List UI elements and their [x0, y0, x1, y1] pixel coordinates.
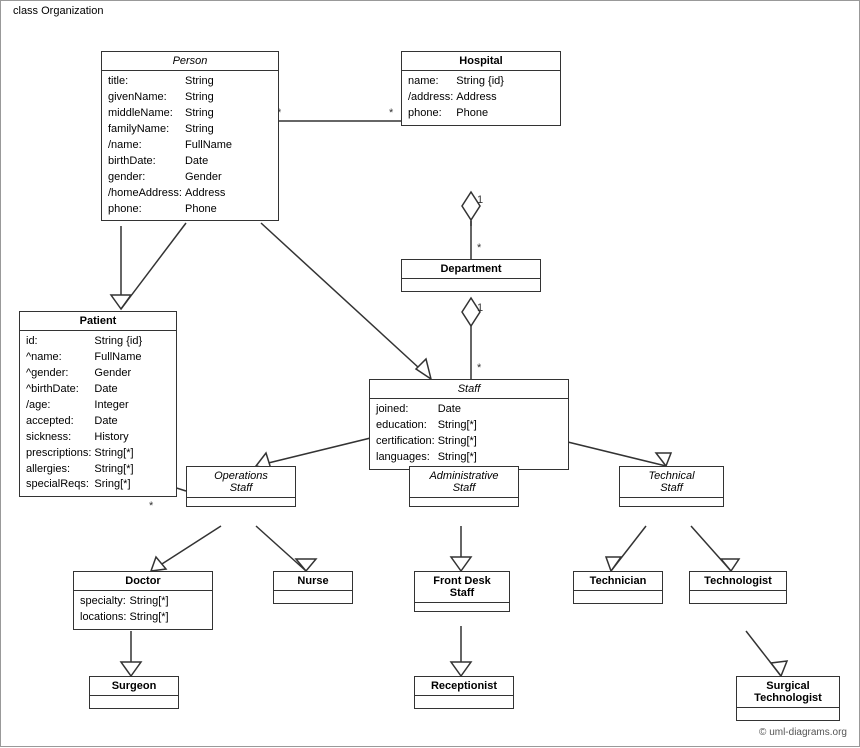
technologist-class: Technologist — [689, 571, 787, 604]
staff-header: Staff — [370, 380, 568, 399]
department-class: Department — [401, 259, 541, 292]
surgeon-header: Surgeon — [90, 677, 178, 696]
hospital-class: Hospital name:String {id} /address:Addre… — [401, 51, 561, 126]
technician-header: Technician — [574, 572, 662, 591]
person-header: Person — [102, 52, 278, 71]
technician-attrs — [574, 591, 662, 603]
receptionist-class: Receptionist — [414, 676, 514, 709]
patient-header: Patient — [20, 312, 176, 331]
diagram-title: class Organization — [9, 5, 108, 17]
person-attrs: title:String givenName:String middleName… — [102, 71, 278, 220]
svg-text:*: * — [149, 500, 154, 512]
person-class: Person title:String givenName:String mid… — [101, 51, 279, 221]
front-desk-staff-class: Front DeskStaff — [414, 571, 510, 612]
technologist-header: Technologist — [690, 572, 786, 591]
surgical-technologist-header: SurgicalTechnologist — [737, 677, 839, 708]
receptionist-header: Receptionist — [415, 677, 513, 696]
department-header: Department — [402, 260, 540, 279]
doctor-header: Doctor — [74, 572, 212, 591]
technical-staff-header: TechnicalStaff — [620, 467, 723, 498]
hospital-attrs: name:String {id} /address:Address phone:… — [402, 71, 560, 125]
patient-class: Patient id:String {id} ^name:FullName ^g… — [19, 311, 177, 497]
nurse-class: Nurse — [273, 571, 353, 604]
surgeon-attrs — [90, 696, 178, 708]
svg-text:1: 1 — [477, 302, 483, 314]
staff-class: Staff joined:Date education:String[*] ce… — [369, 379, 569, 470]
operations-staff-header: OperationsStaff — [187, 467, 295, 498]
surgical-technologist-attrs — [737, 708, 839, 720]
doctor-attrs: specialty:String[*] locations:String[*] — [74, 591, 212, 629]
nurse-attrs — [274, 591, 352, 603]
surgical-technologist-class: SurgicalTechnologist — [736, 676, 840, 721]
front-desk-staff-header: Front DeskStaff — [415, 572, 509, 603]
nurse-header: Nurse — [274, 572, 352, 591]
svg-text:*: * — [477, 362, 482, 374]
hospital-header: Hospital — [402, 52, 560, 71]
uml-diagram: class Organization * * 1 * 1 * — [0, 0, 860, 747]
administrative-staff-class: AdministrativeStaff — [409, 466, 519, 507]
svg-text:*: * — [477, 242, 482, 254]
administrative-staff-attrs — [410, 498, 518, 506]
staff-attrs: joined:Date education:String[*] certific… — [370, 399, 568, 469]
operations-staff-class: OperationsStaff — [186, 466, 296, 507]
technician-class: Technician — [573, 571, 663, 604]
doctor-class: Doctor specialty:String[*] locations:Str… — [73, 571, 213, 630]
surgeon-class: Surgeon — [89, 676, 179, 709]
receptionist-attrs — [415, 696, 513, 708]
svg-text:1: 1 — [477, 194, 483, 206]
front-desk-staff-attrs — [415, 603, 509, 611]
copyright: © uml-diagrams.org — [759, 727, 847, 738]
department-attrs — [402, 279, 540, 291]
technologist-attrs — [690, 591, 786, 603]
technical-staff-class: TechnicalStaff — [619, 466, 724, 507]
patient-attrs: id:String {id} ^name:FullName ^gender:Ge… — [20, 331, 176, 496]
administrative-staff-header: AdministrativeStaff — [410, 467, 518, 498]
svg-text:*: * — [389, 107, 394, 119]
technical-staff-attrs — [620, 498, 723, 506]
operations-staff-attrs — [187, 498, 295, 506]
